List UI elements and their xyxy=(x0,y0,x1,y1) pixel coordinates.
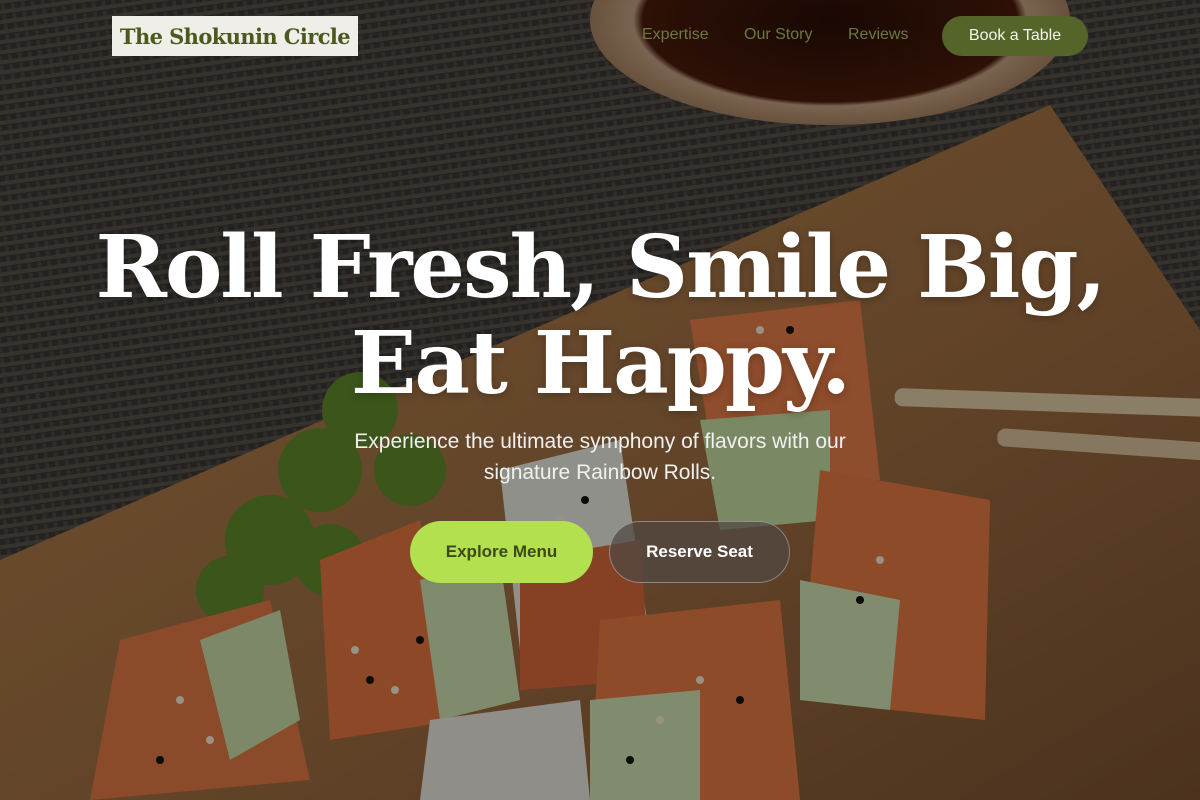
hero-headline-line-2: Eat Happy. xyxy=(350,313,851,414)
book-table-button[interactable]: Book a Table xyxy=(942,16,1088,56)
hero-subtext-line-1: Experience the ultimate symphony of flav… xyxy=(354,430,846,453)
hero-subtext-line-2: signature Rainbow Rolls. xyxy=(483,461,717,484)
hero-subtext: Experience the ultimate symphony of flav… xyxy=(300,426,900,488)
nav-link-reviews[interactable]: Reviews xyxy=(848,26,908,44)
nav-link-our-story[interactable]: Our Story xyxy=(744,26,812,44)
explore-menu-button[interactable]: Explore Menu xyxy=(410,521,593,583)
hero-headline-line-1: Roll Fresh, Smile Big, xyxy=(95,217,1106,318)
reserve-seat-button[interactable]: Reserve Seat xyxy=(609,521,790,583)
hero-headline: Roll Fresh, Smile Big, Eat Happy. xyxy=(0,220,1200,412)
nav-link-expertise[interactable]: Expertise xyxy=(642,26,709,44)
